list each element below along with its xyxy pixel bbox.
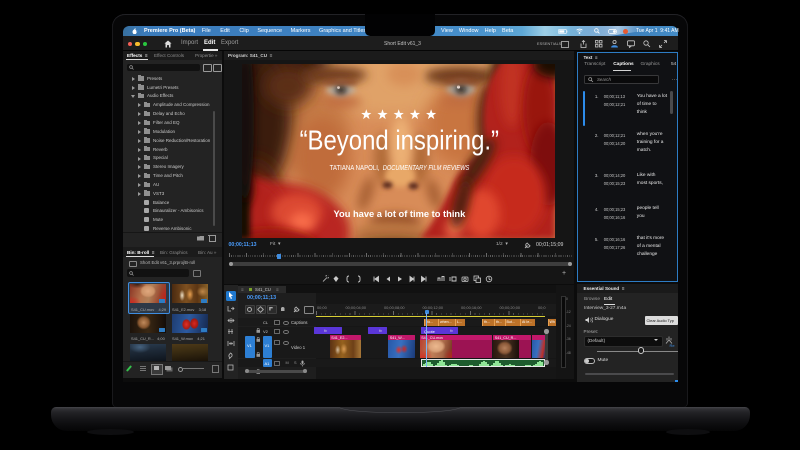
svg-text:TATIANA NAPOLI,: TATIANA NAPOLI, [330,165,380,172]
svg-text:You have a lot of time to thin: You have a lot of time to think [334,208,466,219]
svg-text:DOCUMENTARY FILM REVIEWS: DOCUMENTARY FILM REVIEWS [383,165,470,172]
svg-text:“Beyond inspiring.”: “Beyond inspiring.” [300,124,499,155]
